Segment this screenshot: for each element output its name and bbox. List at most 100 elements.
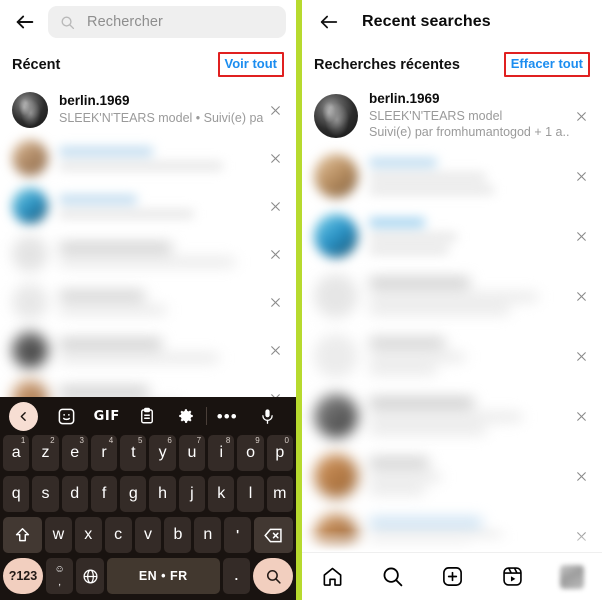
clear-all-button[interactable]: Effacer tout — [503, 52, 590, 77]
list-item[interactable] — [302, 146, 602, 206]
key-c[interactable]: c — [104, 517, 132, 553]
key-e[interactable]: 3e — [61, 435, 88, 471]
key-apostrophe[interactable]: ' — [224, 517, 252, 553]
close-icon[interactable] — [264, 339, 286, 361]
key-l[interactable]: l — [237, 476, 264, 512]
key-u[interactable]: 7u — [178, 435, 206, 471]
list-item[interactable] — [302, 386, 602, 446]
keyboard-keys: 1a 2z 3e 4r 5t 6y 7u 8i 9o 0p q s d f g — [0, 435, 296, 594]
key-o[interactable]: 9o — [237, 435, 264, 471]
clipboard-icon[interactable] — [127, 401, 167, 431]
on-screen-keyboard[interactable]: GIF ••• 1a 2z 3e 4r 5t 6 y 7 u 8 i 9 o 0… — [0, 397, 296, 600]
key-number: 8 — [225, 436, 231, 445]
list-item[interactable] — [0, 278, 296, 326]
list-item[interactable] — [0, 134, 296, 182]
nav-search[interactable] — [372, 560, 412, 594]
key-j[interactable]: j — [178, 476, 206, 512]
microphone-icon[interactable] — [247, 401, 287, 431]
key-i[interactable]: 8i — [208, 435, 235, 471]
key-y[interactable]: 6y — [149, 435, 176, 471]
key-s[interactable]: s — [32, 476, 59, 512]
key-w[interactable]: w — [44, 517, 72, 553]
list-item[interactable] — [302, 326, 602, 386]
key-d[interactable]: d — [61, 476, 88, 512]
key-p[interactable]: 0p — [266, 435, 293, 471]
globe-key[interactable] — [76, 558, 104, 594]
right-recent-list: berlin.1969 SLEEK'N'TEARS model Suivi(e)… — [302, 86, 602, 566]
close-icon[interactable] — [570, 165, 592, 187]
comma-label: , — [58, 576, 62, 588]
key-a[interactable]: 1a — [3, 435, 30, 471]
list-item[interactable]: berlin.1969 SLEEK'N'TEARS model • Suivi(… — [0, 86, 296, 134]
list-item-meta — [369, 338, 570, 374]
key-q[interactable]: q — [3, 476, 30, 512]
list-item[interactable] — [302, 206, 602, 266]
key-number: 3 — [79, 436, 84, 445]
gif-button[interactable]: GIF — [87, 401, 127, 431]
key-number: 5 — [138, 436, 143, 445]
right-top-bar: Recent searches — [302, 0, 602, 44]
backspace-key[interactable] — [254, 517, 294, 553]
list-item-subtitle-2 — [369, 246, 450, 254]
close-icon[interactable] — [264, 243, 286, 265]
close-icon[interactable] — [570, 465, 592, 487]
search-input[interactable]: Rechercher — [48, 6, 286, 38]
close-icon[interactable] — [570, 405, 592, 427]
space-key[interactable]: EN • FR — [106, 558, 220, 594]
symbols-key[interactable]: ?123 — [3, 558, 43, 594]
back-arrow-icon[interactable] — [314, 7, 344, 37]
nav-profile[interactable] — [552, 560, 592, 594]
key-b[interactable]: b — [164, 517, 192, 553]
list-item-meta — [369, 158, 570, 194]
key-n[interactable]: n — [194, 517, 222, 553]
settings-gear-icon[interactable] — [166, 401, 206, 431]
list-item[interactable] — [0, 230, 296, 278]
close-icon[interactable] — [264, 147, 286, 169]
key-number: 6 — [167, 436, 172, 445]
key-z[interactable]: 2z — [32, 435, 59, 471]
key-label: u — [187, 444, 197, 461]
list-item[interactable] — [0, 182, 296, 230]
key-h[interactable]: h — [149, 476, 176, 512]
close-icon[interactable] — [570, 285, 592, 307]
period-key[interactable]: . — [222, 558, 251, 594]
close-icon[interactable] — [570, 345, 592, 367]
list-item[interactable] — [302, 266, 602, 326]
key-k[interactable]: k — [208, 476, 235, 512]
shift-key[interactable] — [3, 517, 42, 553]
close-icon[interactable] — [264, 291, 286, 313]
close-icon[interactable] — [264, 99, 286, 121]
search-key[interactable] — [253, 558, 293, 594]
list-item-subtitle-2: Suivi(e) par fromhumantogod + 1 a... — [369, 125, 570, 140]
key-f[interactable]: f — [90, 476, 118, 512]
list-item-meta — [59, 146, 264, 170]
nav-home[interactable] — [312, 560, 352, 594]
list-item[interactable]: berlin.1969 SLEEK'N'TEARS model Suivi(e)… — [302, 86, 602, 146]
list-item-username — [59, 338, 162, 348]
list-item-username: berlin.1969 — [369, 91, 440, 107]
list-item-subtitle-1: SLEEK'N'TEARS model — [369, 109, 503, 124]
key-g[interactable]: g — [120, 476, 147, 512]
key-number: 4 — [108, 436, 114, 445]
search-icon — [61, 16, 75, 29]
avatar — [314, 274, 358, 318]
key-x[interactable]: x — [74, 517, 102, 553]
nav-create[interactable] — [432, 560, 472, 594]
key-r[interactable]: 4r — [90, 435, 118, 471]
list-item-username — [369, 278, 470, 287]
emoji-comma-key[interactable]: ☺ , — [45, 558, 74, 594]
key-m[interactable]: m — [266, 476, 293, 512]
see-all-button[interactable]: Voir tout — [217, 52, 284, 77]
list-item[interactable] — [302, 446, 602, 506]
list-item[interactable] — [0, 326, 296, 374]
close-icon[interactable] — [570, 225, 592, 247]
collapse-toolbar-button[interactable] — [9, 401, 47, 431]
key-t[interactable]: 5t — [120, 435, 147, 471]
back-arrow-icon[interactable] — [10, 7, 40, 37]
sticker-icon[interactable] — [47, 401, 87, 431]
close-icon[interactable] — [570, 105, 592, 127]
more-options-icon[interactable]: ••• — [207, 401, 247, 431]
close-icon[interactable] — [264, 195, 286, 217]
nav-reels[interactable] — [492, 560, 532, 594]
key-v[interactable]: v — [134, 517, 162, 553]
